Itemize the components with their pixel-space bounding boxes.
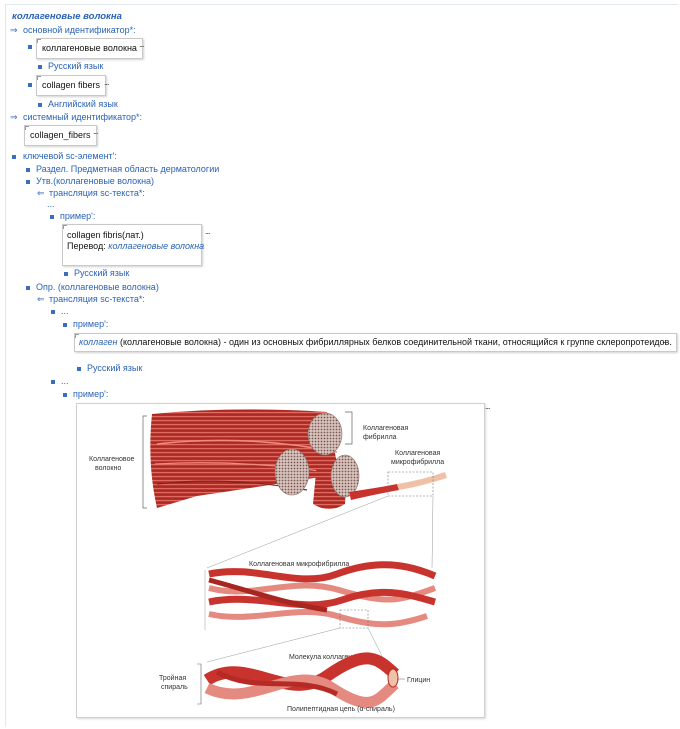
bullet-icon [51, 380, 55, 384]
bullet-icon [28, 83, 32, 87]
main-id-ru-value[interactable]: коллагеновые волокна [36, 38, 143, 59]
arrow-right-icon: ⇒ [10, 112, 18, 122]
arrow-left-icon: ⇐ [37, 188, 45, 198]
corner-icon [37, 76, 41, 80]
ellipsis-button[interactable]: ... [104, 78, 109, 87]
definition-term: коллаген [79, 337, 118, 347]
label-fiber: волокно [95, 465, 121, 472]
system-id-value[interactable]: collagen_fibers [24, 125, 97, 146]
bullet-icon [28, 45, 32, 49]
relation-key-sc[interactable]: ключевой sc-элемент': [23, 151, 117, 162]
label-microfibril-mid: Коллагеновая микрофибрилла [249, 560, 349, 568]
statement-example-box[interactable]: collagen fibris(лат.) Перевод: коллагено… [62, 224, 205, 266]
main-id-en-value[interactable]: collagen fibers [36, 75, 107, 96]
label-fiber: Коллагеновое [89, 456, 134, 463]
microfibril-strands [208, 561, 437, 628]
corner-icon [25, 126, 29, 130]
bullet-icon [26, 180, 30, 184]
page-title[interactable]: коллагеновые волокна [12, 11, 122, 22]
statement-example-line1: collagen fibris(лат.) [67, 230, 144, 240]
bullet-icon [50, 215, 54, 219]
key-definition-link[interactable]: Опр. (коллагеновые волокна) [36, 282, 159, 293]
ellipsis-button[interactable]: ... [662, 336, 667, 345]
relation-main-id[interactable]: основной идентификатор*: [23, 25, 136, 36]
bullet-icon [12, 155, 16, 159]
bullet-icon [51, 310, 55, 314]
lang-ru-link[interactable]: Русский язык [48, 61, 103, 72]
definition-text: (коллагеновые волокна) - один из основны… [117, 337, 672, 347]
key-section-link[interactable]: Раздел. Предметная область дерматологии [36, 164, 219, 175]
ellipsis-button[interactable]: ... [139, 40, 144, 49]
relation-example[interactable]: пример': [60, 211, 95, 222]
ellipsis-link[interactable]: ... [61, 376, 69, 387]
definition-example-box[interactable]: коллаген (коллагеновые волокна) - один и… [74, 333, 677, 352]
key-statement-link[interactable]: Утв.(коллагеновые волокна) [36, 176, 154, 187]
lang-ru-link[interactable]: Русский язык [87, 363, 142, 374]
arrow-left-icon: ⇐ [37, 294, 45, 304]
triple-helix [203, 652, 399, 708]
collagen-diagram: Коллагеновое волокно Коллагеновая фибрил… [89, 409, 447, 713]
collagen-illustration[interactable]: Коллагеновое волокно Коллагеновая фибрил… [76, 403, 485, 718]
ellipsis-button[interactable]: ... [485, 402, 490, 411]
bullet-icon [26, 286, 30, 290]
bullet-icon [77, 367, 81, 371]
statement-example-line2: Перевод: коллагеновые волокна [67, 241, 205, 251]
label-glycine: Глицин [407, 677, 430, 684]
lang-en-link[interactable]: Английский язык [48, 99, 118, 110]
ellipsis-button[interactable]: ... [205, 227, 210, 236]
label-triple: спираль [161, 684, 188, 691]
bullet-icon [63, 393, 67, 397]
bullet-icon [26, 168, 30, 172]
label-triple: Тройная [159, 674, 186, 682]
bullet-icon [64, 272, 68, 276]
label-chain: Полипептидная цепь (α-спираль) [287, 706, 395, 713]
relation-system-id[interactable]: системный идентификатор*: [23, 112, 142, 123]
bullet-icon [38, 65, 42, 69]
bullet-icon [38, 103, 42, 107]
relation-example[interactable]: пример': [73, 389, 108, 400]
label-fibril: фибрилла [363, 433, 397, 441]
relation-translation[interactable]: трансляция sc-текста*: [49, 294, 145, 305]
corner-icon [37, 39, 41, 43]
corner-icon [75, 334, 79, 338]
label-microfibril: микрофибрилла [391, 458, 444, 466]
arrow-right-icon: ⇒ [10, 25, 18, 35]
ellipsis-button[interactable]: ... [93, 127, 98, 136]
bullet-icon [63, 323, 67, 327]
label-microfibril: Коллагеновая [395, 450, 440, 457]
label-fibril: Коллагеновая [363, 425, 408, 432]
relation-example[interactable]: пример': [73, 319, 108, 330]
ellipsis-link[interactable]: ... [47, 199, 55, 210]
ellipsis-link[interactable]: ... [61, 306, 69, 317]
corner-icon [63, 225, 67, 229]
lang-ru-link[interactable]: Русский язык [74, 268, 129, 279]
relation-translation[interactable]: трансляция sc-текста*: [49, 188, 145, 199]
